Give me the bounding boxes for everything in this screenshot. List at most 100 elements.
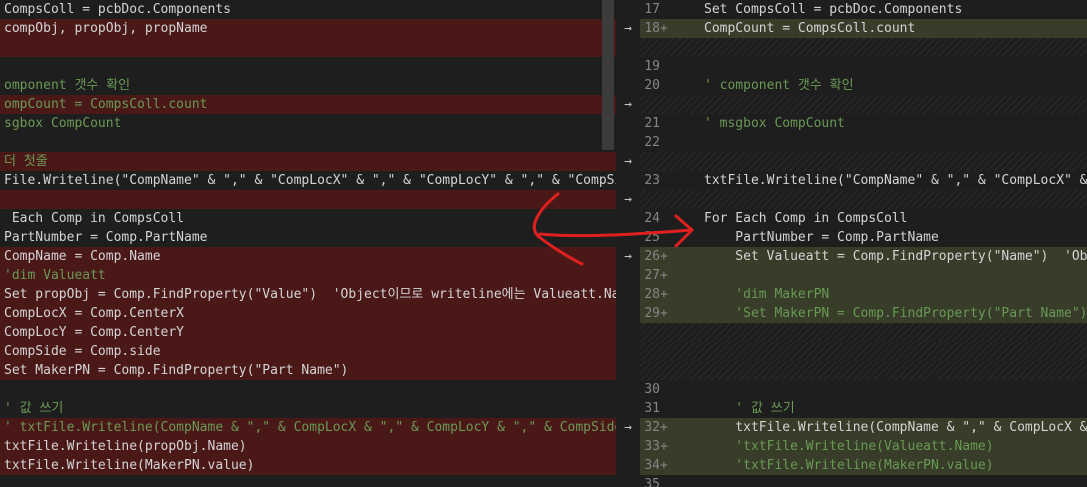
revert-change-arrow-icon[interactable]: →	[616, 247, 640, 266]
right-code-line[interactable]	[640, 38, 1087, 57]
right-code-line[interactable]: 19	[640, 57, 1087, 76]
right-code-line[interactable]	[640, 342, 1087, 361]
code-text: CompCount = CompsColl.count	[704, 21, 916, 36]
left-code-line[interactable]: CompSide = Comp.side	[0, 342, 616, 361]
code-text: 'txtFile.Writeline(MakerPN.value)	[704, 458, 994, 473]
revert-change-arrow-icon[interactable]: →	[616, 152, 640, 171]
insertion-marker: +	[660, 287, 668, 302]
insertion-marker: +	[660, 458, 668, 473]
code-text: For Each Comp in CompsColl	[704, 211, 908, 226]
revert-change-arrow-icon[interactable]: →	[616, 19, 640, 38]
left-code-line[interactable]: ompCount = CompsColl.count	[0, 95, 616, 114]
left-code-line[interactable]	[0, 57, 616, 76]
code-text: Set MakerPN = Comp.FindProperty("Part Na…	[4, 363, 349, 378]
right-code-line[interactable]: 22	[640, 133, 1087, 152]
right-code-line[interactable]	[640, 95, 1087, 114]
insertion-marker: +	[660, 439, 668, 454]
left-code-line[interactable]	[0, 190, 616, 209]
left-code-line[interactable]	[0, 475, 616, 487]
right-code-line[interactable]: 25 PartNumber = Comp.PartName	[640, 228, 1087, 247]
left-code-line[interactable]: CompName = Comp.Name	[0, 247, 616, 266]
left-code-line[interactable]: CompsColl = pcbDoc.Components	[0, 0, 616, 19]
code-text: ' txtFile.Writeline(CompName & "," & Com…	[4, 420, 616, 435]
line-number: 19	[644, 59, 660, 74]
right-code-line[interactable]: 23 txtFile.Writeline("CompName" & "," & "…	[640, 171, 1087, 190]
right-code-line[interactable]: 32 + txtFile.Writeline(CompName & "," & C…	[640, 418, 1087, 437]
code-text: CompsColl = pcbDoc.Components	[4, 2, 231, 17]
insertion-marker: +	[660, 249, 668, 264]
right-code-line[interactable]: 27 +	[640, 266, 1087, 285]
right-code-line[interactable]	[640, 361, 1087, 380]
code-text: 'Set MakerPN = Comp.FindProperty("Part N…	[704, 306, 1087, 321]
left-code-line[interactable]: ' 값 쓰기	[0, 399, 616, 418]
insertion-marker: +	[660, 420, 668, 435]
code-text: ' 값 쓰기	[704, 401, 795, 416]
right-code-line[interactable]: 17 Set CompsColl = pcbDoc.Components	[640, 0, 1087, 19]
line-number: 34	[644, 458, 660, 473]
line-number: 35	[644, 477, 660, 487]
left-code-line[interactable]	[0, 38, 616, 57]
right-code-line[interactable]: 18 + CompCount = CompsColl.count	[640, 19, 1087, 38]
code-text: Set propObj = Comp.FindProperty("Value")…	[4, 287, 616, 302]
code-text: 'dim Valueatt	[4, 268, 106, 283]
right-code-line[interactable]: 28 + 'dim MakerPN	[640, 285, 1087, 304]
line-number: 25	[644, 230, 660, 245]
right-code-line[interactable]: 30	[640, 380, 1087, 399]
insertion-marker: +	[660, 21, 668, 36]
right-code-line[interactable]	[640, 323, 1087, 342]
left-code-line[interactable]: PartNumber = Comp.PartName	[0, 228, 616, 247]
code-text: CompLocY = Comp.CenterY	[4, 325, 185, 340]
left-code-line[interactable]: txtFile.Writeline(propObj.Name)	[0, 437, 616, 456]
original-editor-pane[interactable]: CompsColl = pcbDoc.Components compObj, pr…	[0, 0, 616, 487]
code-text: Set CompsColl = pcbDoc.Components	[704, 2, 963, 17]
code-text: PartNumber = Comp.PartName	[4, 230, 208, 245]
code-text: 더 첫줄	[4, 154, 48, 169]
left-code-line[interactable]: ' txtFile.Writeline(CompName & "," & Com…	[0, 418, 616, 437]
code-text: 'dim MakerPN	[704, 287, 830, 302]
line-number: 20	[644, 78, 660, 93]
code-text: Each Comp in CompsColl	[4, 211, 185, 226]
code-text: omponent 갯수 확인	[4, 78, 131, 93]
left-code-line[interactable]: Set propObj = Comp.FindProperty("Value")…	[0, 285, 616, 304]
code-text: PartNumber = Comp.PartName	[704, 230, 939, 245]
right-code-line[interactable]	[640, 152, 1087, 171]
left-code-line[interactable]: 더 첫줄	[0, 152, 616, 171]
code-text: compObj, propObj, propName	[4, 21, 208, 36]
right-code-line[interactable]	[640, 190, 1087, 209]
left-code-line[interactable]	[0, 380, 616, 399]
code-text: CompSide = Comp.side	[4, 344, 161, 359]
right-code-line[interactable]: 34 + 'txtFile.Writeline(MakerPN.value)	[640, 456, 1087, 475]
revert-change-arrow-icon[interactable]: →	[616, 418, 640, 437]
left-code-line[interactable]: CompLocX = Comp.CenterX	[0, 304, 616, 323]
left-code-line[interactable]: sgbox CompCount	[0, 114, 616, 133]
right-code-line[interactable]: 33 + 'txtFile.Writeline(Valueatt.Name)	[640, 437, 1087, 456]
code-text: CompName = Comp.Name	[4, 249, 161, 264]
modified-editor-pane[interactable]: 17 Set CompsColl = pcbDoc.Components 18 + Co…	[640, 0, 1087, 487]
left-code-line[interactable]: omponent 갯수 확인	[0, 76, 616, 95]
code-text: ' msgbox CompCount	[704, 116, 845, 131]
right-code-line[interactable]: 35	[640, 475, 1087, 487]
code-text: sgbox CompCount	[4, 116, 122, 131]
left-code-line[interactable]: Set MakerPN = Comp.FindProperty("Part Na…	[0, 361, 616, 380]
left-code-line[interactable]: File.Writeline("CompName" & "," & "CompL…	[0, 171, 616, 190]
right-code-line[interactable]: 26 + Set Valueatt = Comp.FindProperty("Na…	[640, 247, 1087, 266]
code-text: txtFile.Writeline("CompName" & "," & "Co…	[704, 173, 1087, 188]
right-code-line[interactable]: 21 ' msgbox CompCount	[640, 114, 1087, 133]
right-code-line[interactable]: 24 For Each Comp in CompsColl	[640, 209, 1087, 228]
left-code-line[interactable]: txtFile.Writeline(MakerPN.value)	[0, 456, 616, 475]
left-code-line[interactable]: compObj, propObj, propName	[0, 19, 616, 38]
left-code-line[interactable]: 'dim Valueatt	[0, 266, 616, 285]
left-code-line[interactable]	[0, 133, 616, 152]
left-code-line[interactable]: CompLocY = Comp.CenterY	[0, 323, 616, 342]
revert-change-arrow-icon[interactable]: →	[616, 95, 640, 114]
left-code-line[interactable]: Each Comp in CompsColl	[0, 209, 616, 228]
diff-gutter: → → → → → →	[616, 0, 640, 487]
right-code-line[interactable]: 31 ' 값 쓰기	[640, 399, 1087, 418]
right-code-line[interactable]: 29 + 'Set MakerPN = Comp.FindProperty("Pa…	[640, 304, 1087, 323]
code-text: 'txtFile.Writeline(Valueatt.Name)	[704, 439, 994, 454]
right-code-line[interactable]: 20 ' component 갯수 확인	[640, 76, 1087, 95]
code-text: ompCount = CompsColl.count	[4, 97, 208, 112]
revert-change-arrow-icon[interactable]: →	[616, 190, 640, 209]
line-number: 18	[644, 21, 660, 36]
left-pane-scrollbar[interactable]	[602, 0, 614, 150]
